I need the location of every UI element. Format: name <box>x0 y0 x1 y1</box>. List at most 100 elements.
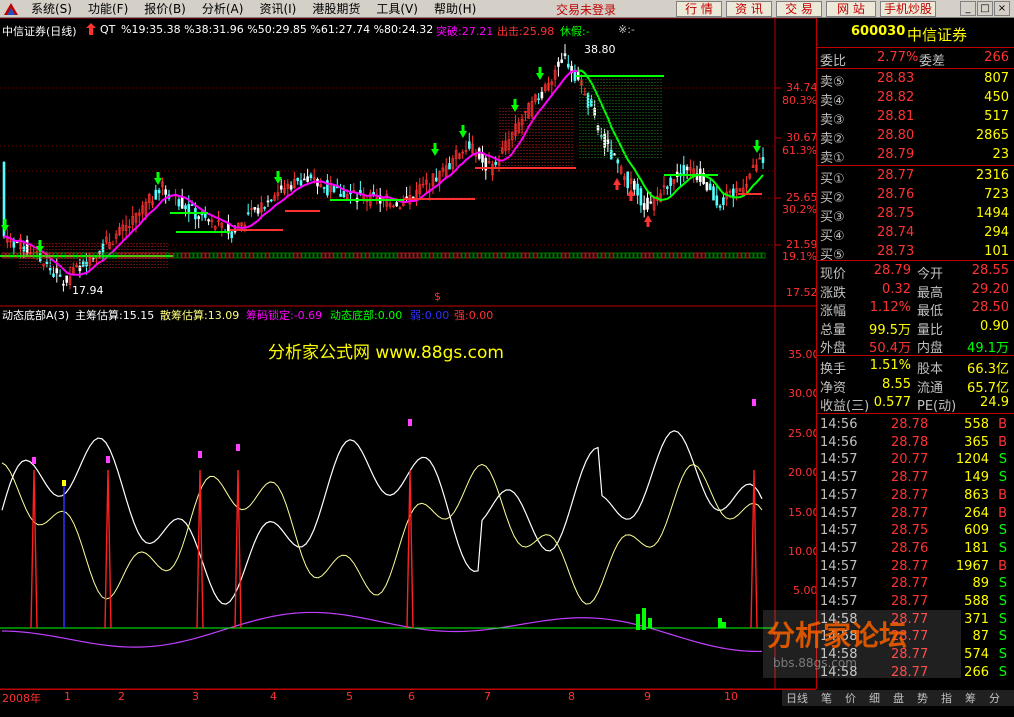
menu-function[interactable]: 功能(F) <box>80 0 136 17</box>
tick-time: 14:57 <box>820 558 858 574</box>
sell-signal-arrow-icon <box>511 99 519 112</box>
buy-signal-arrow-icon <box>644 215 652 227</box>
tab-detail[interactable]: 细 <box>869 690 880 706</box>
trade-button[interactable]: 交 易 <box>776 1 822 17</box>
band-cell <box>469 252 474 259</box>
stat-value: 28.50 <box>971 300 1009 315</box>
stat-label: 内盘 <box>917 341 944 356</box>
candle-body <box>649 201 653 204</box>
chart-area[interactable]: 中信证券(日线) QT %19:35.38 %38:31.96 %50:29.8… <box>0 18 820 700</box>
bid-volume: 723 <box>984 187 1009 202</box>
minimize-button[interactable]: _ <box>960 1 976 16</box>
tick-volume: 574 <box>964 647 989 663</box>
candle-body <box>682 165 686 175</box>
band-cell <box>321 252 326 259</box>
ask-price: 28.79 <box>877 147 915 162</box>
candle-body <box>669 177 672 186</box>
qt-label: QT <box>100 23 116 36</box>
date-axis-month: 10 <box>724 690 738 703</box>
band-cell <box>581 252 586 259</box>
tick-side: S <box>998 611 1007 627</box>
menu-system[interactable]: 系统(S) <box>23 0 80 17</box>
menu-hk-futures[interactable]: 港股期货 <box>304 0 368 17</box>
candle-body <box>596 125 600 131</box>
tab-price[interactable]: 价 <box>845 690 856 706</box>
fund-label: 收益(三) <box>820 399 870 414</box>
tick-side: S <box>998 470 1007 486</box>
quote-button[interactable]: 行 情 <box>676 1 722 17</box>
band-cell <box>641 252 646 259</box>
candle-body <box>322 187 326 189</box>
band-cell <box>649 252 654 259</box>
band-cell <box>193 252 198 259</box>
candle-body <box>639 188 643 206</box>
mobile-trading-button[interactable]: 手机炒股 <box>880 1 936 17</box>
website-button[interactable]: 网 站 <box>826 1 876 17</box>
menu-help[interactable]: 帮助(H) <box>426 0 484 17</box>
tick-volume: 149 <box>964 470 989 486</box>
signal-dot <box>236 444 240 451</box>
fund-label: 流通 <box>917 380 944 396</box>
tick-time: 14:57 <box>820 452 858 468</box>
indicator-axis-label: 35.00 <box>788 348 820 361</box>
ask-row: 卖④ 28.82 450 <box>817 89 1014 109</box>
tab-trend[interactable]: 势 <box>917 690 928 706</box>
band-cell <box>461 252 466 259</box>
date-axis-month: 1 <box>64 690 71 703</box>
ask-row: 卖② 28.80 2865 <box>817 127 1014 147</box>
candle-body <box>177 199 181 207</box>
trade-login-status[interactable]: 交易未登录 <box>556 1 616 18</box>
close-button[interactable]: × <box>994 1 1010 16</box>
band-cell <box>501 252 506 259</box>
menu-info[interactable]: 资讯(I) <box>251 0 304 17</box>
kline-overlay <box>0 67 766 276</box>
tab-minute[interactable]: 分 <box>989 690 1000 706</box>
sell-signal-arrow-icon <box>753 140 761 153</box>
band-cell <box>545 252 550 259</box>
band-cell <box>405 252 410 259</box>
bid-level-label: 买② <box>820 191 845 206</box>
band-cell <box>525 252 530 259</box>
news-button[interactable]: 资 讯 <box>726 1 772 17</box>
stat-label: 外盘 <box>820 341 847 356</box>
menu-analysis[interactable]: 分析(A) <box>194 0 252 17</box>
forum-url: bbs.88gs.com <box>773 656 857 670</box>
fundamental-row: 净资 8.55 流通 65.7亿 <box>817 376 1014 396</box>
band-cell <box>225 252 230 259</box>
candle-body <box>705 182 709 191</box>
candle-body <box>55 268 59 274</box>
maximize-button[interactable]: □ <box>977 1 993 16</box>
tick-time: 14:57 <box>820 470 858 486</box>
stat-value: 28.55 <box>971 263 1009 278</box>
menu-tools[interactable]: 工具(V) <box>368 0 426 17</box>
candle-body <box>566 63 570 68</box>
tab-chip[interactable]: 筹 <box>965 690 976 706</box>
tab-index[interactable]: 指 <box>941 690 952 706</box>
signal-dot <box>752 399 756 406</box>
band-cell <box>293 252 298 259</box>
indicator-white-line <box>1 430 763 605</box>
band-cell <box>689 252 694 259</box>
fund-value: 0.577 <box>873 395 911 410</box>
tab-book[interactable]: 盘 <box>893 690 904 706</box>
band-cell <box>421 252 426 259</box>
tick-price: 28.77 <box>891 576 929 592</box>
band-cell <box>281 252 286 259</box>
candle-body <box>467 141 471 149</box>
tick-side: B <box>998 505 1007 521</box>
bid-volume: 294 <box>984 225 1009 240</box>
ask-price: 28.80 <box>877 128 915 143</box>
band-cell <box>205 252 210 259</box>
stock-code: 600030 <box>851 24 906 39</box>
tick-time: 14:56 <box>820 417 858 432</box>
band-cell <box>393 252 398 259</box>
band-cell <box>493 252 498 259</box>
candle-body <box>256 207 260 214</box>
tab-tick[interactable]: 笔 <box>821 690 832 706</box>
menu-quote[interactable]: 报价(B) <box>136 0 194 17</box>
band-cell <box>505 252 510 259</box>
tab-daily[interactable]: 日线 <box>786 690 808 706</box>
tick-side: B <box>998 434 1007 450</box>
strong-signal-spike <box>234 469 242 629</box>
candle-body <box>85 261 88 267</box>
